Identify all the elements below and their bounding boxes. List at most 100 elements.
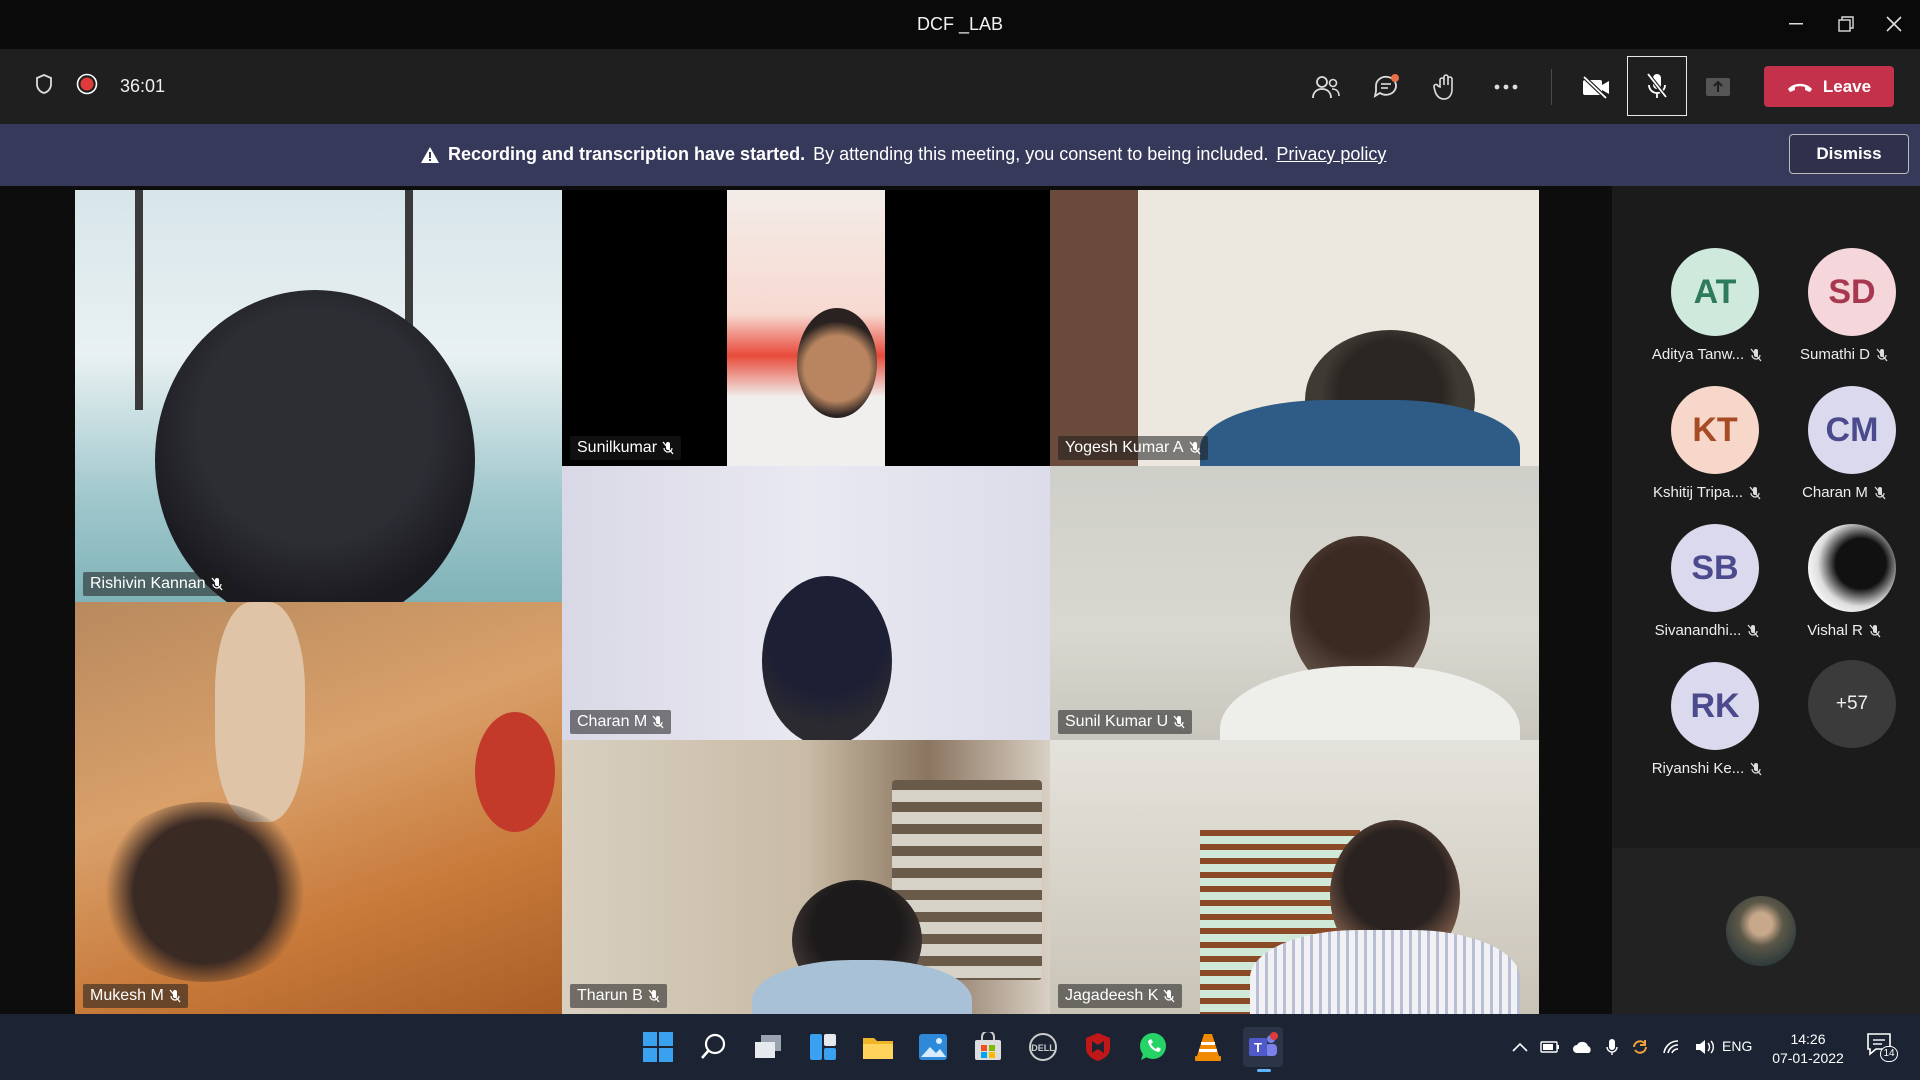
participant-name-tag: Yogesh Kumar A xyxy=(1058,436,1208,460)
notification-count-badge: 14 xyxy=(1880,1046,1898,1062)
avatar: RK xyxy=(1671,662,1759,750)
participant-name: Charan M xyxy=(1802,484,1868,501)
close-button[interactable] xyxy=(1874,10,1914,38)
video-tile[interactable]: Yogesh Kumar A xyxy=(1050,190,1539,466)
toolbar-divider xyxy=(1551,69,1552,105)
video-tile[interactable]: Sunilkumar xyxy=(562,190,1050,466)
participants-gallery: AT Aditya Tanw... SD Sumathi D KT Kshiti… xyxy=(1612,186,1920,1014)
restore-button[interactable] xyxy=(1826,10,1866,38)
participant-name: Vishal R xyxy=(1807,622,1863,639)
search-button[interactable] xyxy=(693,1027,733,1067)
mic-off-icon xyxy=(648,989,660,1003)
recording-icon xyxy=(76,73,98,100)
more-actions-button[interactable] xyxy=(1482,63,1530,111)
dell-app-button[interactable]: DELL xyxy=(1023,1027,1063,1067)
meeting-timer: 36:01 xyxy=(120,76,166,96)
taskbar-clock[interactable]: 14:26 07-01-2022 xyxy=(1768,1030,1848,1068)
whatsapp-button[interactable] xyxy=(1133,1027,1173,1067)
reactions-button[interactable] xyxy=(1422,63,1470,111)
recording-banner: Recording and transcription have started… xyxy=(0,124,1920,186)
video-tile[interactable]: Mukesh M xyxy=(75,602,562,1014)
vlc-button[interactable] xyxy=(1188,1027,1228,1067)
self-view xyxy=(1612,848,1920,1014)
participant-name-tag: Sunil Kumar U xyxy=(1058,710,1193,734)
warning-icon xyxy=(421,146,439,163)
mic-off-icon xyxy=(1750,348,1762,361)
mic-off-icon xyxy=(1869,624,1881,637)
more-participants-button[interactable]: +57 xyxy=(1808,660,1896,748)
banner-message: By attending this meeting, you consent t… xyxy=(813,144,1269,164)
more-icon xyxy=(1494,84,1518,90)
file-explorer-button[interactable] xyxy=(858,1027,898,1067)
vlc-icon xyxy=(1195,1034,1221,1061)
svg-text:DELL: DELL xyxy=(1031,1043,1055,1053)
minimize-button[interactable] xyxy=(1776,10,1816,38)
language-indicator[interactable]: ENG xyxy=(1722,1038,1752,1054)
chat-button[interactable] xyxy=(1362,63,1410,111)
participant-item[interactable]: Vishal R xyxy=(1774,524,1914,654)
mic-off-icon xyxy=(1874,486,1886,499)
participant-name-tag: Mukesh M xyxy=(83,984,188,1008)
leave-label: Leave xyxy=(1822,76,1872,96)
mic-off-icon xyxy=(211,577,223,591)
share-icon xyxy=(1706,78,1730,96)
camera-toggle-button[interactable] xyxy=(1572,63,1620,111)
participant-name: Riyanshi Ke... xyxy=(1651,760,1745,777)
taskbar: DELL T ENG 14:26 07-01-2022 14 xyxy=(0,1014,1920,1080)
participant-item[interactable]: RK Riyanshi Ke... xyxy=(1637,662,1777,792)
share-button[interactable] xyxy=(1694,63,1742,111)
participant-name-tag: Sunilkumar xyxy=(570,436,682,460)
shield-icon xyxy=(34,73,54,100)
folder-icon xyxy=(863,1038,893,1059)
participant-item[interactable]: KT Kshitij Tripa... xyxy=(1637,386,1777,516)
video-tile[interactable]: Sunil Kumar U xyxy=(1050,466,1539,740)
participant-item[interactable]: CM Charan M xyxy=(1774,386,1914,516)
banner-title: Recording and transcription have started… xyxy=(448,144,806,164)
participant-name-tag: Charan M xyxy=(570,710,672,734)
video-tile[interactable]: Tharun B xyxy=(562,740,1050,1014)
widgets-button[interactable] xyxy=(803,1027,843,1067)
notification-center-button[interactable]: 14 xyxy=(1866,1032,1900,1064)
phone-hangup-icon xyxy=(1787,83,1812,92)
mic-off-icon xyxy=(1876,348,1888,361)
dell-icon: DELL xyxy=(1029,1033,1057,1061)
whatsapp-icon xyxy=(1140,1033,1166,1060)
mic-toggle-button[interactable] xyxy=(1627,56,1687,116)
participant-item[interactable]: AT Aditya Tanw... xyxy=(1637,248,1777,378)
mic-off-icon xyxy=(1749,486,1761,499)
mic-off-icon xyxy=(1646,72,1668,99)
video-tile[interactable]: Charan M xyxy=(562,466,1050,740)
volume-icon xyxy=(1696,1040,1714,1054)
store-icon xyxy=(975,1032,1001,1060)
start-button[interactable] xyxy=(638,1027,678,1067)
store-button[interactable] xyxy=(968,1027,1008,1067)
photos-icon xyxy=(919,1034,947,1060)
mic-off-icon xyxy=(1163,989,1175,1003)
task-view-button[interactable] xyxy=(748,1027,788,1067)
self-avatar[interactable] xyxy=(1726,896,1796,966)
participant-name: Sumathi D xyxy=(1799,346,1871,363)
sync-icon xyxy=(1633,1040,1647,1054)
mic-off-icon xyxy=(1750,762,1762,775)
avatar: AT xyxy=(1671,248,1759,336)
mic-off-icon xyxy=(169,989,181,1003)
participant-name: Sivanandhi... xyxy=(1654,622,1742,639)
show-hidden-icons-icon xyxy=(1512,1042,1528,1052)
participant-item[interactable]: SB Sivanandhi... xyxy=(1637,524,1777,654)
video-tile[interactable]: Jagadeesh K xyxy=(1050,740,1539,1014)
people-button[interactable] xyxy=(1302,63,1350,111)
mic-off-icon xyxy=(662,441,674,455)
people-icon xyxy=(1312,76,1340,99)
participant-item[interactable]: SD Sumathi D xyxy=(1774,248,1914,378)
teams-button[interactable]: T xyxy=(1243,1027,1283,1072)
participant-name: Aditya Tanw... xyxy=(1651,346,1745,363)
svg-text:T: T xyxy=(1254,1040,1262,1055)
meeting-toolbar: 36:01 Leave xyxy=(0,49,1920,124)
mcafee-button[interactable] xyxy=(1078,1027,1118,1067)
privacy-policy-link[interactable]: Privacy policy xyxy=(1276,144,1386,165)
video-tile[interactable]: Rishivin Kannan xyxy=(75,190,562,602)
dismiss-button[interactable]: Dismiss xyxy=(1789,134,1909,174)
participant-name-tag: Jagadeesh K xyxy=(1058,984,1183,1008)
photos-button[interactable] xyxy=(913,1027,953,1067)
leave-button[interactable]: Leave xyxy=(1764,66,1894,107)
